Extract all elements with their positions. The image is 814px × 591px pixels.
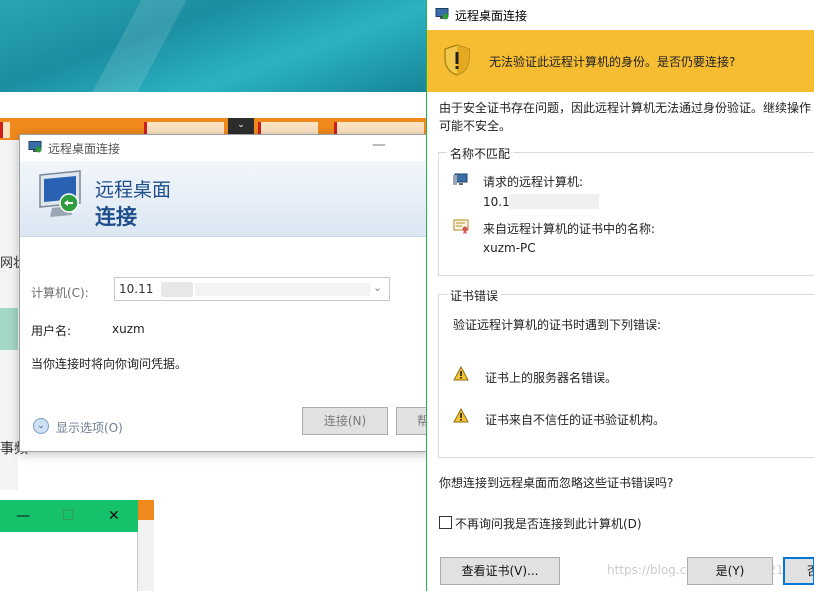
remote-desktop-icon bbox=[39, 170, 81, 217]
minimize-icon[interactable]: — bbox=[372, 137, 386, 153]
name-mismatch-group: 名称不匹配 请求的远程计算机: 10.11 来自远程计算机的证书中的名称: xu… bbox=[438, 145, 814, 276]
warning-banner: 无法验证此远程计算机的身份。是否仍要连接? bbox=[427, 30, 814, 92]
certificate-errors-group: 证书错误 验证远程计算机的证书时遇到下列错误: 证书上的服务器名错误。 证书来自… bbox=[438, 287, 814, 458]
redaction-blur bbox=[509, 194, 599, 209]
computer-icon bbox=[453, 173, 468, 185]
show-options-label: 显示选项(O) bbox=[56, 421, 123, 435]
no-button[interactable]: 否 bbox=[783, 557, 814, 585]
close-icon[interactable]: ✕ bbox=[108, 508, 120, 524]
credentials-hint: 当你连接时将向你询问凭据。 bbox=[31, 357, 188, 371]
connect-button[interactable]: 连接(N) bbox=[302, 407, 388, 435]
dont-ask-checkbox[interactable] bbox=[439, 516, 452, 529]
background-fragment bbox=[138, 520, 154, 591]
connect-question: 你想连接到远程桌面而忽略这些证书错误吗? bbox=[439, 476, 674, 490]
group-title: 名称不匹配 bbox=[447, 145, 514, 162]
warning-message: 无法验证此远程计算机的身份。是否仍要连接? bbox=[489, 55, 736, 69]
background-tab bbox=[0, 122, 10, 138]
redaction-blur bbox=[195, 283, 370, 296]
rdp-dialog: 远程桌面连接 — 远程桌面 连接 计算机(C): 10.11 ⌄ 用户名: xu… bbox=[19, 134, 432, 452]
rdp-title: 远程桌面连接 bbox=[48, 142, 121, 156]
shield-warning-icon bbox=[444, 44, 470, 76]
computer-combobox[interactable]: 10.11 ⌄ bbox=[114, 277, 390, 301]
background-window-titlebar: — ☐ ✕ bbox=[0, 500, 138, 532]
errors-intro: 验证远程计算机的证书时遇到下列错误: bbox=[453, 318, 662, 332]
rdp-banner-title: 远程桌面 bbox=[95, 179, 172, 201]
maximize-icon[interactable]: ☐ bbox=[62, 508, 75, 524]
tab-dropdown-icon[interactable]: ⌄ bbox=[228, 118, 254, 134]
view-certificate-button[interactable]: 查看证书(V)... bbox=[440, 557, 560, 585]
error-item: 证书上的服务器名错误。 bbox=[485, 371, 618, 385]
certificate-name-label: 来自远程计算机的证书中的名称: bbox=[483, 222, 656, 236]
certificate-icon bbox=[453, 219, 469, 234]
rdp-app-icon bbox=[28, 141, 42, 153]
rdp-app-icon bbox=[435, 8, 449, 20]
cert-title: 远程桌面连接 bbox=[455, 9, 528, 23]
group-title: 证书错误 bbox=[447, 287, 502, 304]
warning-icon bbox=[453, 408, 469, 423]
computer-label: 计算机(C): bbox=[31, 286, 89, 300]
error-item: 证书来自不信任的证书验证机构。 bbox=[485, 413, 666, 427]
background-fragment bbox=[138, 500, 154, 520]
minimize-icon[interactable]: — bbox=[16, 508, 30, 524]
rdp-banner: 远程桌面 连接 bbox=[20, 161, 430, 237]
chevron-down-circle-icon: ⌄ bbox=[33, 418, 49, 434]
desktop-wallpaper bbox=[0, 0, 430, 92]
chevron-down-icon[interactable]: ⌄ bbox=[373, 281, 382, 294]
dont-ask-label[interactable]: 不再询问我是否连接到此计算机(D) bbox=[455, 515, 642, 532]
background-window: — ☐ ✕ bbox=[0, 500, 138, 591]
username-value: xuzm bbox=[112, 322, 145, 336]
yes-button[interactable]: 是(Y) bbox=[687, 557, 773, 585]
warning-description: 由于安全证书存在问题，因此远程计算机无法通过身份验证。继续操作可能不安全。 bbox=[439, 101, 812, 133]
computer-value: 10.11 bbox=[119, 282, 154, 296]
redaction-blur bbox=[161, 282, 193, 297]
cert-titlebar[interactable]: 远程桌面连接 bbox=[427, 0, 814, 30]
rdp-banner-subtitle: 连接 bbox=[95, 205, 137, 229]
username-label: 用户名: bbox=[31, 324, 72, 338]
background-green-block bbox=[0, 308, 18, 350]
requested-computer-label: 请求的远程计算机: bbox=[483, 175, 584, 189]
warning-icon bbox=[453, 366, 469, 381]
certificate-name-value: xuzm-PC bbox=[483, 241, 536, 255]
rdp-titlebar[interactable]: 远程桌面连接 — bbox=[20, 135, 430, 161]
certificate-warning-dialog: 远程桌面连接 无法验证此远程计算机的身份。是否仍要连接? 由于安全证书存在问题，… bbox=[426, 0, 814, 591]
